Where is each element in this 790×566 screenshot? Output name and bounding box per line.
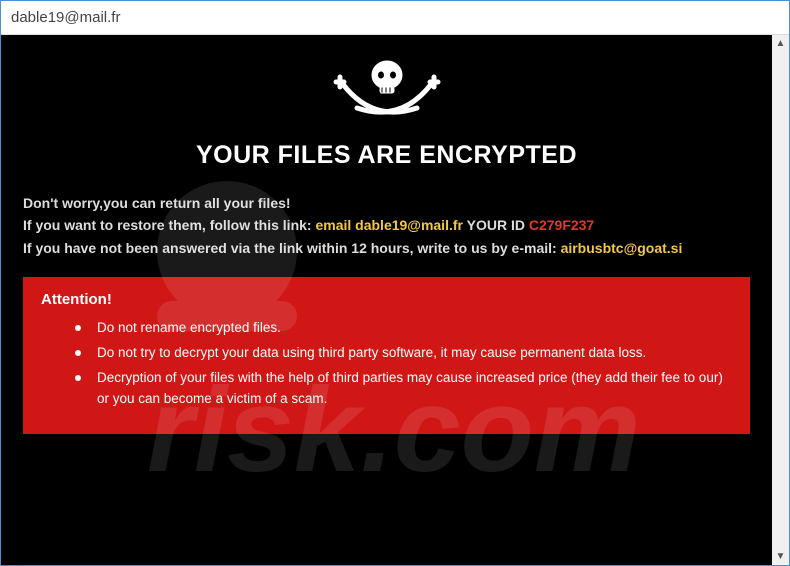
- list-item: Decryption of your files with the help o…: [41, 368, 732, 410]
- attention-title: Attention!: [41, 291, 732, 308]
- line3-prefix: If you have not been answered via the li…: [23, 240, 561, 256]
- list-item: Do not rename encrypted files.: [41, 318, 732, 339]
- main-heading: YOUR FILES ARE ENCRYPTED: [23, 141, 750, 170]
- scroll-down-button[interactable]: ▼: [772, 548, 789, 565]
- window-title: dable19@mail.fr: [1, 1, 789, 35]
- contact-email-secondary: airbusbtc@goat.si: [561, 240, 683, 256]
- attention-box: Attention! Do not rename encrypted files…: [23, 277, 750, 434]
- vertical-scrollbar[interactable]: ▲ ▼: [772, 35, 789, 565]
- attention-list: Do not rename encrypted files. Do not tr…: [41, 318, 732, 410]
- client-area: risk.com: [1, 35, 789, 565]
- window-frame: dable19@mail.fr risk.com: [0, 0, 790, 566]
- victim-id: C279F237: [529, 217, 594, 233]
- contact-email-primary: email dable19@mail.fr: [315, 217, 463, 233]
- line2-mid: YOUR ID: [463, 217, 529, 233]
- intro-line-1: Don't worry,you can return all your file…: [23, 192, 750, 214]
- scroll-up-button[interactable]: ▲: [772, 35, 789, 52]
- line2-prefix: If you want to restore them, follow this…: [23, 217, 315, 233]
- intro-line-2: If you want to restore them, follow this…: [23, 214, 750, 236]
- intro-line-3: If you have not been answered via the li…: [23, 237, 750, 259]
- ransom-note-body: risk.com: [1, 35, 772, 565]
- skull-and-swords-icon: [332, 53, 442, 133]
- list-item: Do not try to decrypt your data using th…: [41, 343, 732, 364]
